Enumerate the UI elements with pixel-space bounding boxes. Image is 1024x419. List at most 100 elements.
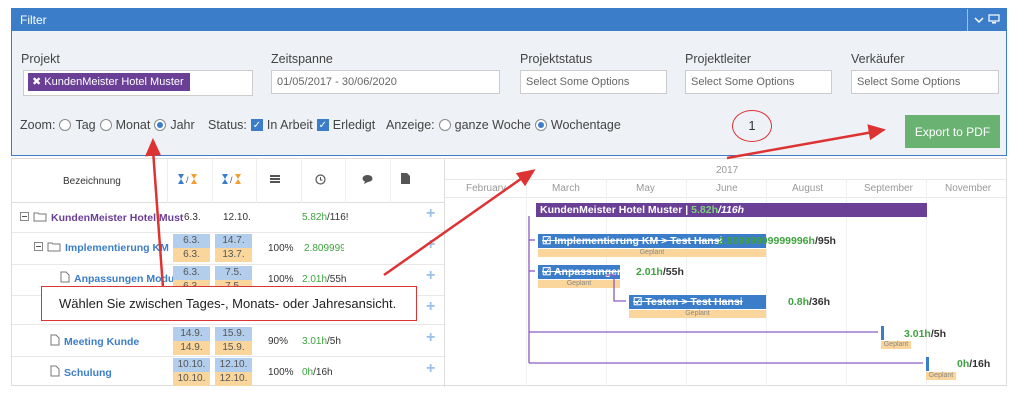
table-row-project[interactable]: KundenMeister Hotel Must (20, 211, 183, 225)
checkbox-icon: ☑ (542, 266, 552, 278)
projekt-select[interactable]: ✖ KundenMeister Hotel Muster (23, 70, 253, 96)
zoom-jahr-radio[interactable] (154, 119, 167, 131)
zoom-monat-label[interactable]: Monat (116, 118, 151, 132)
step-number-badge: 1 (732, 110, 772, 142)
gantt-hours: 3.01h/5h (904, 328, 947, 340)
table-header: Bezeichnung / / (12, 159, 444, 203)
ganze-woche-radio[interactable] (438, 119, 451, 131)
document-icon[interactable] (401, 173, 410, 187)
gantt-year: 2017 (716, 165, 739, 176)
add-icon[interactable]: + (426, 298, 435, 316)
start-hourglass-icon[interactable]: / (176, 173, 200, 188)
planned-bar: Geplant (629, 310, 766, 318)
col-bezeichnung: Bezeichnung (63, 176, 121, 187)
status-options: Status: ✓ In Arbeit ✓ Erledigt (208, 118, 375, 132)
zeitspanne-label: Zeitspanne (271, 52, 333, 66)
start-plan: 6.3. (173, 266, 210, 280)
hours: 3.01h/5h (302, 336, 341, 347)
gantt-hours: 0.8h/36h (788, 296, 831, 308)
end-actual: 13.7. (215, 248, 252, 262)
gantt-grid: Bezeichnung / / KundenMeister Hotel Must… (11, 158, 1007, 387)
tooltip-callout: Wählen Sie zwischen Tages-, Monats- oder… (41, 286, 417, 321)
checkbox-icon: ☑ (633, 296, 643, 308)
table-row-schulung[interactable]: Schulung (50, 365, 112, 380)
wochentage-label[interactable]: Wochentage (551, 118, 621, 132)
gantt-bar-meeting[interactable] (881, 326, 884, 340)
add-icon[interactable]: + (426, 236, 435, 254)
table-row-meeting[interactable]: Meeting Kunde (50, 334, 139, 349)
end-actual: 12.10. (215, 372, 252, 386)
planned-bar: Geplant (538, 249, 766, 257)
monitor-icon[interactable] (988, 9, 1000, 31)
add-icon[interactable]: + (426, 205, 435, 223)
projekt-chip[interactable]: ✖ KundenMeister Hotel Muster (28, 73, 190, 91)
gantt-bar-project[interactable]: KundenMeister Hotel Muster | 5.82h/116h (536, 203, 927, 217)
erledigt-label[interactable]: Erledigt (333, 118, 375, 132)
erledigt-checkbox[interactable]: ✓ (316, 119, 329, 131)
start-plan: 14.9. (173, 327, 210, 341)
progress: 100% (268, 243, 294, 254)
projektstatus-select[interactable]: Select Some Options (520, 70, 667, 94)
task-name: Meeting Kunde (64, 335, 140, 348)
projekt-label: Projekt (21, 52, 60, 66)
month-label: August (792, 183, 824, 194)
progress-icon[interactable] (270, 174, 280, 187)
start-date: 6.3. (184, 212, 201, 223)
start-plan: 6.3. (173, 234, 210, 248)
filter-panel: Filter Projekt ✖ KundenMeister Hotel Mus… (11, 8, 1007, 156)
planned-bar: Geplant (538, 280, 620, 288)
projektleiter-select[interactable]: Select Some Options (685, 70, 832, 94)
filter-title: Filter (20, 13, 47, 27)
in-arbeit-checkbox[interactable]: ✓ (250, 119, 263, 131)
status-label: Status: (208, 118, 247, 132)
zoom-jahr-label[interactable]: Jahr (170, 118, 194, 132)
progress: 100% (268, 274, 294, 285)
zoom-tag-radio[interactable] (59, 119, 72, 131)
comment-icon[interactable] (362, 174, 373, 187)
planned-bar: Geplant (881, 341, 911, 349)
gantt-bar-anpassungen[interactable]: ☑ Anpassungen (538, 265, 620, 279)
end-plan: 15.9. (215, 327, 252, 341)
collapse-icon[interactable] (34, 242, 43, 254)
month-label: November (945, 183, 992, 194)
add-icon[interactable]: + (426, 329, 435, 347)
gantt-bar-schulung[interactable] (926, 357, 929, 371)
checkbox-icon: ☑ (542, 235, 552, 247)
zoom-options: Zoom: Tag Monat Jahr (20, 118, 195, 132)
zeitspanne-input[interactable]: 01/05/2017 - 30/06/2020 (271, 70, 500, 94)
verkaeufer-label: Verkäufer (851, 52, 905, 66)
projektstatus-label: Projektstatus (520, 52, 593, 66)
verkaeufer-select[interactable]: Select Some Options (851, 70, 999, 94)
zoom-monat-radio[interactable] (99, 119, 112, 131)
month-label: June (716, 183, 738, 194)
table-row-impl[interactable]: Implementierung KM (34, 241, 169, 255)
end-hourglass-icon[interactable]: / (220, 173, 244, 188)
gantt-bar-testen[interactable]: ☑ Testen > Test Hansi (629, 295, 766, 309)
task-name: Implementierung KM (65, 242, 169, 254)
collapse-icon[interactable] (20, 212, 29, 224)
file-icon (50, 334, 60, 349)
clock-icon[interactable] (315, 174, 326, 188)
wochentage-radio[interactable] (534, 119, 547, 131)
end-plan: 7.5. (215, 266, 252, 280)
file-icon (60, 271, 70, 286)
planned-bar: Geplant (926, 372, 956, 380)
end-date: 12.10. (223, 212, 251, 223)
table-row-anpassungen[interactable]: Anpassungen Modul (60, 271, 177, 286)
add-icon[interactable]: + (426, 267, 435, 285)
in-arbeit-label[interactable]: In Arbeit (267, 118, 313, 132)
export-pdf-button[interactable]: Export to PDF (905, 115, 1000, 148)
gantt-hours: 2.01h/55h (636, 266, 684, 278)
hours: 2.01h/55h (302, 274, 347, 285)
file-icon (50, 365, 60, 380)
add-icon[interactable]: + (426, 360, 435, 378)
start-actual: 14.9. (173, 341, 210, 355)
ganze-woche-label[interactable]: ganze Woche (455, 118, 531, 132)
zoom-tag-label[interactable]: Tag (75, 118, 95, 132)
chevron-down-icon[interactable] (974, 9, 984, 31)
start-actual: 6.3. (173, 248, 210, 262)
svg-text:/: / (230, 175, 233, 185)
month-label: February (466, 183, 507, 194)
anzeige-label: Anzeige: (386, 118, 435, 132)
start-actual: 10.10. (173, 372, 210, 386)
